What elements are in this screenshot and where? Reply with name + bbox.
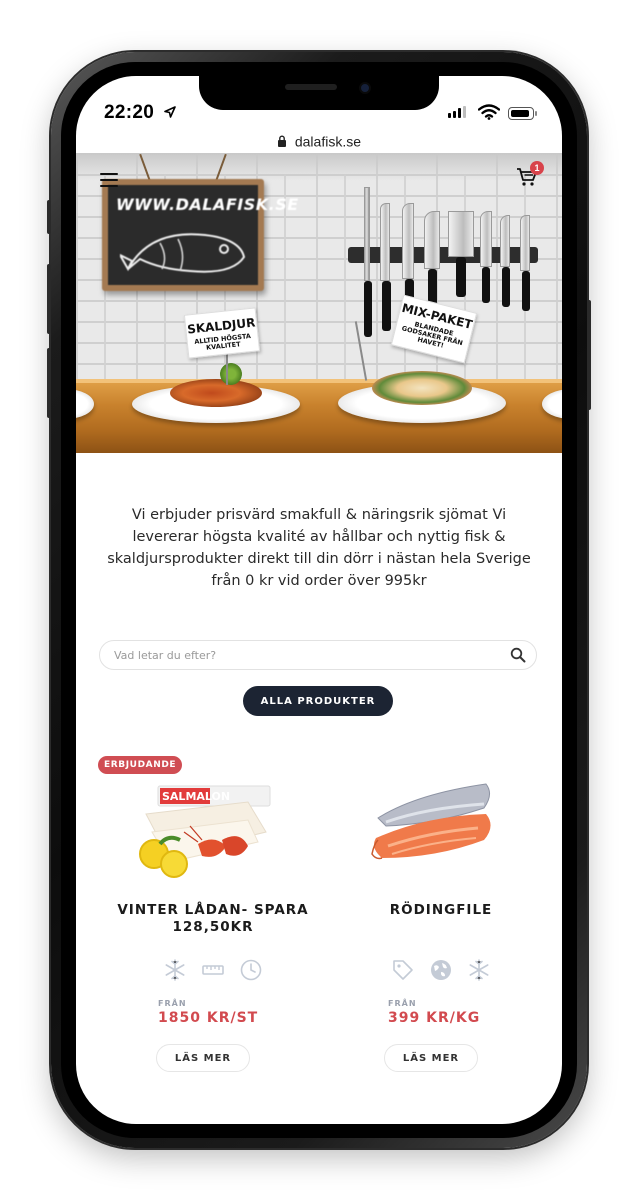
intro-text: Vi erbjuder prisvärd smakfull & näringsr…	[107, 507, 531, 589]
knife-4	[480, 211, 492, 303]
notch	[199, 76, 439, 110]
battery-icon	[508, 107, 537, 120]
status-time: 22:20	[104, 102, 155, 123]
product-price: 399 KR/KG	[388, 1010, 481, 1026]
speaker	[285, 84, 337, 90]
url-text: dalafisk.se	[294, 133, 362, 150]
price-from-label: FRÅN	[388, 999, 417, 1008]
search-icon[interactable]	[510, 647, 526, 663]
globe-icon	[429, 958, 453, 982]
seafood-dish	[170, 379, 262, 407]
read-more-button[interactable]: LÄS MER	[384, 1044, 478, 1072]
package-label: SALMALON	[162, 790, 231, 803]
product-image-rodingfile[interactable]	[326, 774, 556, 894]
front-camera	[359, 82, 371, 94]
ruler-icon	[201, 958, 225, 982]
product-name[interactable]: VINTER LÅDAN- SPARA 128,50KR	[98, 902, 328, 936]
product-name[interactable]: RÖDINGFILE	[326, 902, 556, 919]
all-products-button[interactable]: ALLA PRODUKTER	[243, 686, 393, 716]
herb-garnish	[220, 363, 242, 385]
phone-frame: 22:20 dalafisk.se 1 WWW.DALAFISK.SE SKAL…	[47, 52, 591, 1148]
brand-text: WWW.DALAFISK.SE	[116, 195, 299, 214]
sign-stick	[226, 351, 228, 385]
search-bar[interactable]	[99, 640, 537, 670]
product-card[interactable]: ERBJUDANDE SALMALON VINTER LÅDAN- SPARA …	[98, 756, 328, 1116]
sign-skaldjur: SKALDJUR ALLTID HÖGSTA KVALITET	[183, 307, 261, 359]
phone-screen: 22:20 dalafisk.se 1 WWW.DALAFISK.SE SKAL…	[76, 76, 562, 1124]
power-button	[587, 300, 591, 410]
lock-icon	[277, 135, 286, 148]
hero-banner: 1 WWW.DALAFISK.SE SKALDJUR ALLTID HÖGSTA…	[76, 153, 562, 453]
knife-1	[380, 203, 392, 331]
cleaver	[448, 211, 474, 297]
search-input[interactable]	[100, 641, 480, 669]
price-from-label: FRÅN	[158, 999, 187, 1008]
location-arrow-icon	[164, 106, 176, 118]
product-price: 1850 KR/ST	[158, 1010, 259, 1026]
volume-up-button	[47, 264, 51, 334]
read-more-button[interactable]: LÄS MER	[156, 1044, 250, 1072]
volume-down-button	[47, 348, 51, 418]
menu-icon[interactable]	[100, 173, 118, 191]
mix-dish	[372, 371, 472, 405]
knife-3	[424, 211, 440, 311]
cellular-signal-icon	[448, 106, 466, 118]
fish-logo-icon	[120, 233, 246, 273]
snowflake-icon	[163, 958, 187, 982]
knife-5	[500, 215, 512, 307]
product-attributes	[326, 958, 556, 982]
snowflake-icon	[467, 958, 491, 982]
clock-icon	[239, 958, 263, 982]
sign-skaldjur-subtitle: ALLTID HÖGSTA KVALITET	[194, 332, 252, 353]
offer-badge: ERBJUDANDE	[98, 756, 183, 774]
brand-chalkboard: WWW.DALAFISK.SE	[102, 179, 298, 291]
knife-6	[520, 215, 532, 311]
silent-switch	[47, 200, 51, 234]
knife-sharpener	[364, 187, 372, 337]
wifi-icon	[478, 104, 500, 120]
product-attributes	[98, 958, 328, 982]
cart-count-badge: 1	[530, 161, 544, 175]
product-card[interactable]: RÖDINGFILE FRÅN 399 KR/KG LÄS MER	[326, 756, 556, 1116]
tag-icon	[391, 958, 415, 982]
